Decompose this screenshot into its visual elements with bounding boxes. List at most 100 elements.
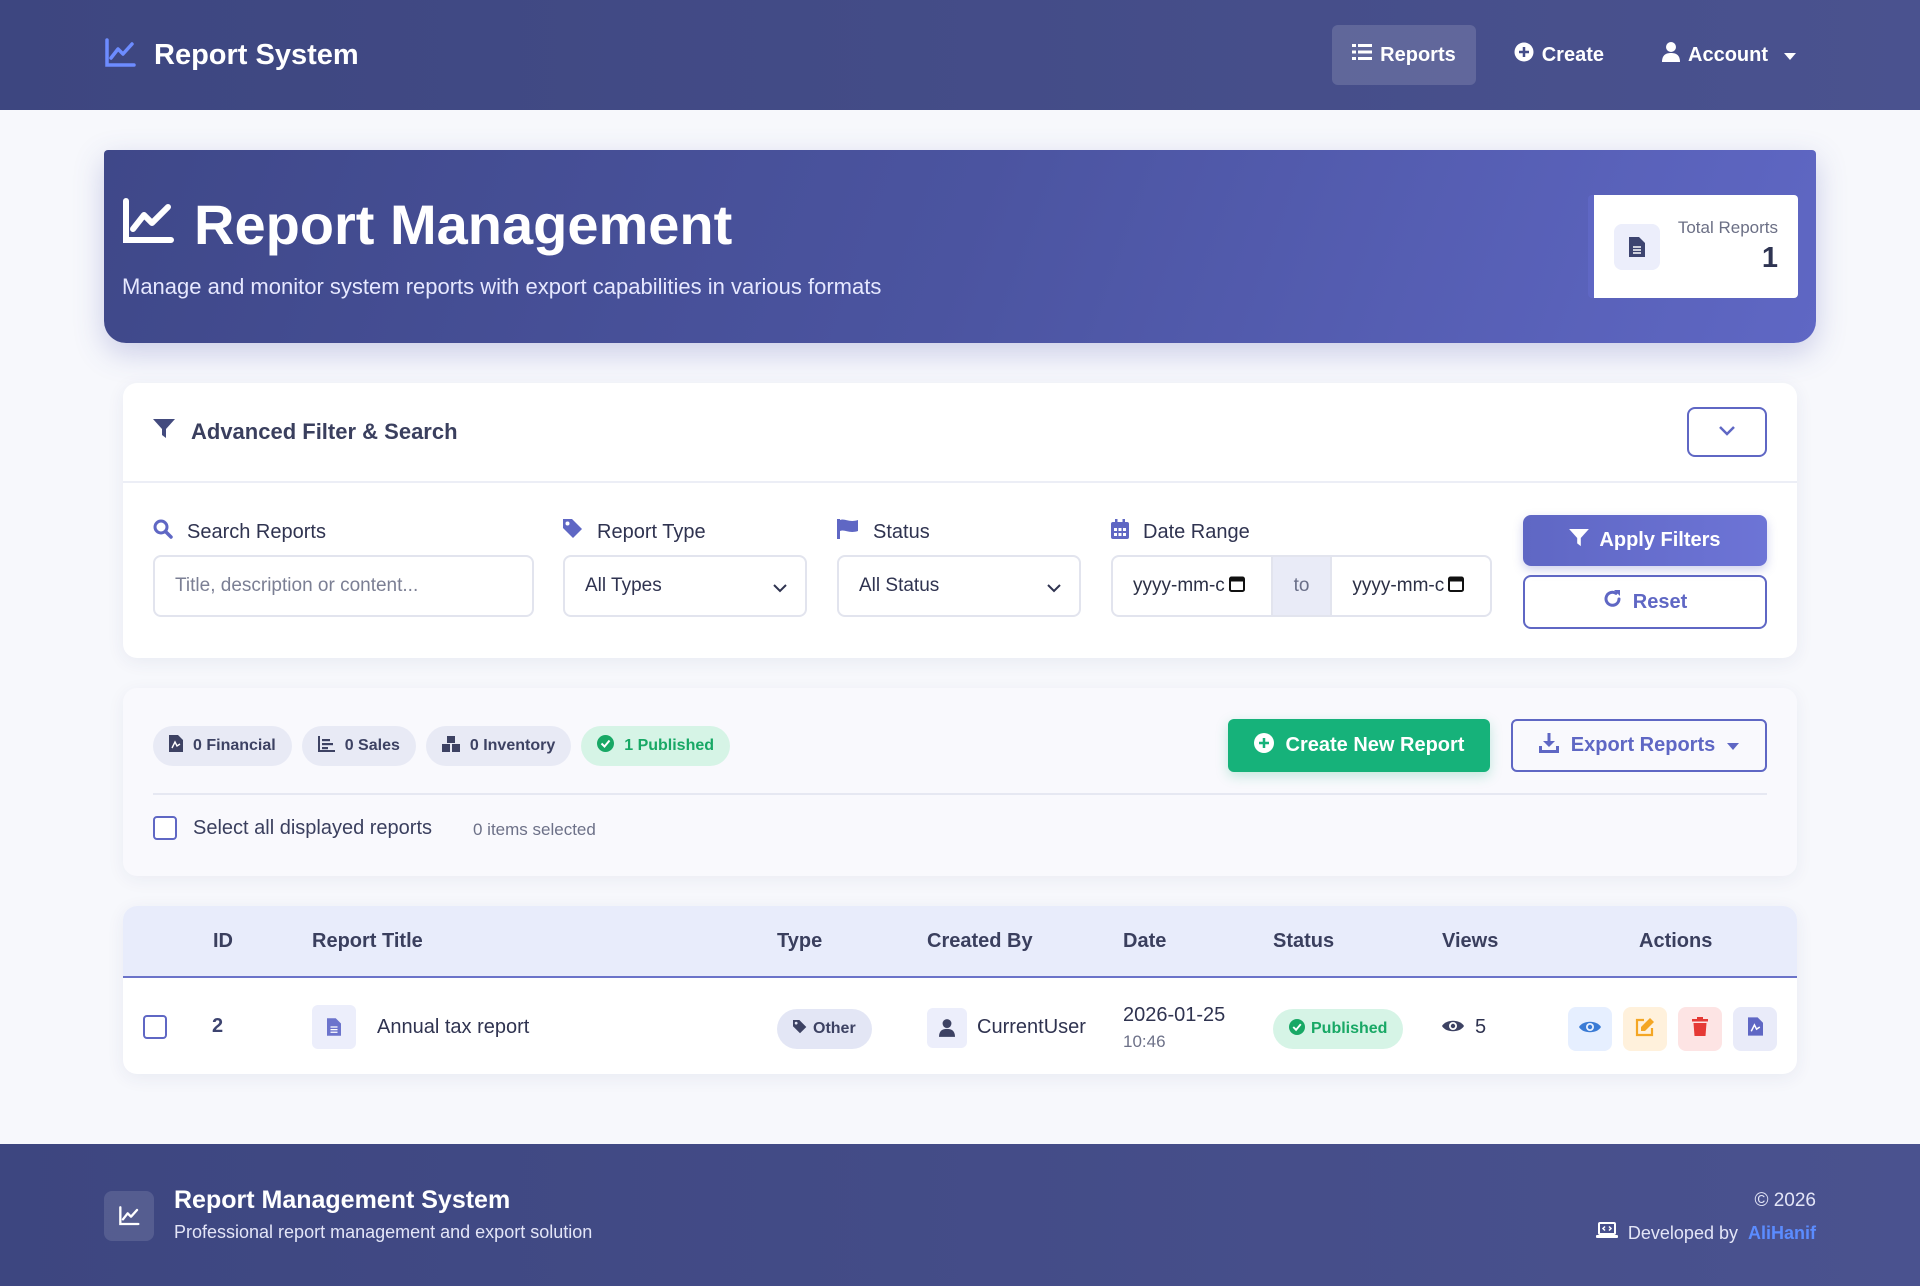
developer-link[interactable]: AliHanif — [1748, 1223, 1816, 1244]
selected-count: 0 items selected — [473, 820, 596, 839]
th-title[interactable]: Report Title — [312, 930, 423, 953]
pdf-file-icon — [169, 735, 183, 757]
top-navbar: Report System Reports Create Account — [0, 0, 1920, 110]
chip-sales: 0 Sales — [301, 726, 416, 766]
th-date[interactable]: Date — [1123, 930, 1166, 953]
filter-icon — [1569, 528, 1590, 553]
footer: Report Management System Professional re… — [0, 1144, 1920, 1286]
report-type-select[interactable]: All Types — [563, 555, 807, 617]
redo-icon — [1603, 589, 1623, 615]
chart-line-icon — [104, 37, 136, 73]
filter-title: Advanced Filter & Search — [191, 419, 458, 444]
edit-button[interactable] — [1623, 1007, 1667, 1051]
nav-create[interactable]: Create — [1494, 25, 1624, 85]
date-range-label: Date Range — [1143, 520, 1250, 543]
status-select[interactable]: All Status — [837, 555, 1081, 617]
date-range-group: yyyy-mm-c to yyyy-mm-c — [1111, 555, 1492, 617]
tag-icon — [563, 519, 583, 545]
table-header: ID Report Title Type Created By Date Sta… — [123, 906, 1797, 978]
trash-icon — [1692, 1017, 1708, 1041]
select-all-control[interactable]: Select all displayed reports — [153, 816, 432, 840]
nav-account[interactable]: Account — [1642, 25, 1816, 85]
chart-line-icon — [122, 192, 174, 257]
plus-circle-icon — [1514, 42, 1534, 68]
check-circle-icon — [597, 735, 615, 757]
chevron-down-icon — [1047, 577, 1061, 599]
chip-inventory: 0 Inventory — [425, 726, 572, 766]
chevron-down-icon — [1719, 423, 1735, 441]
select-all-label: Select all displayed reports — [193, 816, 433, 839]
eye-icon — [1442, 1018, 1464, 1039]
chip-financial: 0 Financial — [153, 726, 292, 766]
table-row[interactable]: 2 Annual tax report Other CurrentUser 20… — [123, 978, 1797, 1074]
filter-panel: Advanced Filter & Search Search Reports … — [123, 383, 1797, 658]
row-date: 2026-01-25 — [1123, 1004, 1226, 1026]
search-icon — [153, 519, 173, 545]
flag-icon — [837, 519, 859, 545]
laptop-code-icon — [1595, 1222, 1618, 1244]
calendar-icon — [1228, 575, 1245, 598]
footer-subtitle: Professional report management and expor… — [174, 1222, 593, 1242]
row-views: 5 — [1475, 1016, 1487, 1038]
th-type[interactable]: Type — [777, 930, 822, 953]
download-icon — [1538, 732, 1559, 759]
date-to-input[interactable]: yyyy-mm-c — [1332, 557, 1490, 615]
th-status[interactable]: Status — [1273, 930, 1334, 953]
report-type-label: Report Type — [597, 520, 706, 543]
chart-bar-icon — [317, 735, 335, 757]
footer-copyright: © 2026 — [1754, 1190, 1816, 1211]
date-to-separator: to — [1270, 557, 1333, 615]
filter-icon — [153, 419, 175, 445]
nav-reports-label: Reports — [1380, 43, 1456, 66]
status-value: All Status — [859, 575, 940, 596]
caret-down-icon — [1727, 734, 1740, 757]
th-created-by[interactable]: Created By — [927, 930, 1033, 953]
nav-account-label: Account — [1688, 43, 1768, 66]
row-checkbox[interactable] — [143, 1015, 167, 1039]
view-button[interactable] — [1568, 1007, 1612, 1051]
reset-button[interactable]: Reset — [1523, 575, 1767, 629]
create-new-report-button[interactable]: Create New Report — [1228, 719, 1490, 772]
search-label: Search Reports — [187, 520, 326, 543]
export-pdf-button[interactable] — [1733, 1007, 1777, 1051]
check-circle-icon — [1289, 1018, 1305, 1040]
row-id: 2 — [212, 1015, 224, 1037]
user-icon — [1662, 42, 1680, 68]
file-icon — [1614, 223, 1660, 270]
nav-reports[interactable]: Reports — [1332, 25, 1476, 85]
calendar-icon — [1111, 519, 1129, 545]
brand-title: Report System — [154, 38, 359, 71]
list-icon — [1352, 43, 1373, 67]
total-reports-card: Total Reports 1 — [1588, 195, 1798, 298]
th-views[interactable]: Views — [1442, 930, 1498, 953]
search-input[interactable]: Title, description or content... — [153, 555, 534, 617]
total-reports-value: 1 — [1761, 242, 1778, 274]
chevron-down-icon — [773, 577, 787, 599]
tag-icon — [793, 1019, 807, 1039]
export-reports-button[interactable]: Export Reports — [1511, 719, 1767, 772]
eye-icon — [1579, 1019, 1601, 1040]
collapse-filter-button[interactable] — [1687, 407, 1767, 457]
hero-banner: Report Management Manage and monitor sys… — [104, 150, 1816, 343]
reports-table: ID Report Title Type Created By Date Sta… — [123, 906, 1797, 1074]
select-all-checkbox[interactable] — [153, 816, 177, 840]
delete-button[interactable] — [1678, 1007, 1722, 1051]
boxes-icon — [441, 735, 460, 757]
apply-filters-button[interactable]: Apply Filters — [1523, 515, 1767, 566]
date-from-input[interactable]: yyyy-mm-c — [1113, 557, 1271, 615]
footer-developer: Developed by AliHanif — [1595, 1222, 1816, 1244]
th-id[interactable]: ID — [213, 930, 233, 953]
page-subtitle: Manage and monitor system reports with e… — [122, 274, 882, 299]
calendar-icon — [1448, 575, 1465, 598]
file-icon — [312, 1005, 356, 1049]
chart-line-icon — [104, 1191, 154, 1241]
caret-down-icon — [1784, 44, 1796, 67]
pdf-file-icon — [1747, 1017, 1763, 1041]
row-time: 10:46 — [1123, 1032, 1166, 1051]
status-badge: Published — [1273, 1009, 1404, 1049]
brand[interactable]: Report System — [104, 37, 359, 73]
row-title[interactable]: Annual tax report — [377, 1016, 529, 1039]
row-created-by: CurrentUser — [977, 1016, 1086, 1038]
edit-icon — [1635, 1017, 1655, 1042]
nav-create-label: Create — [1541, 43, 1604, 66]
